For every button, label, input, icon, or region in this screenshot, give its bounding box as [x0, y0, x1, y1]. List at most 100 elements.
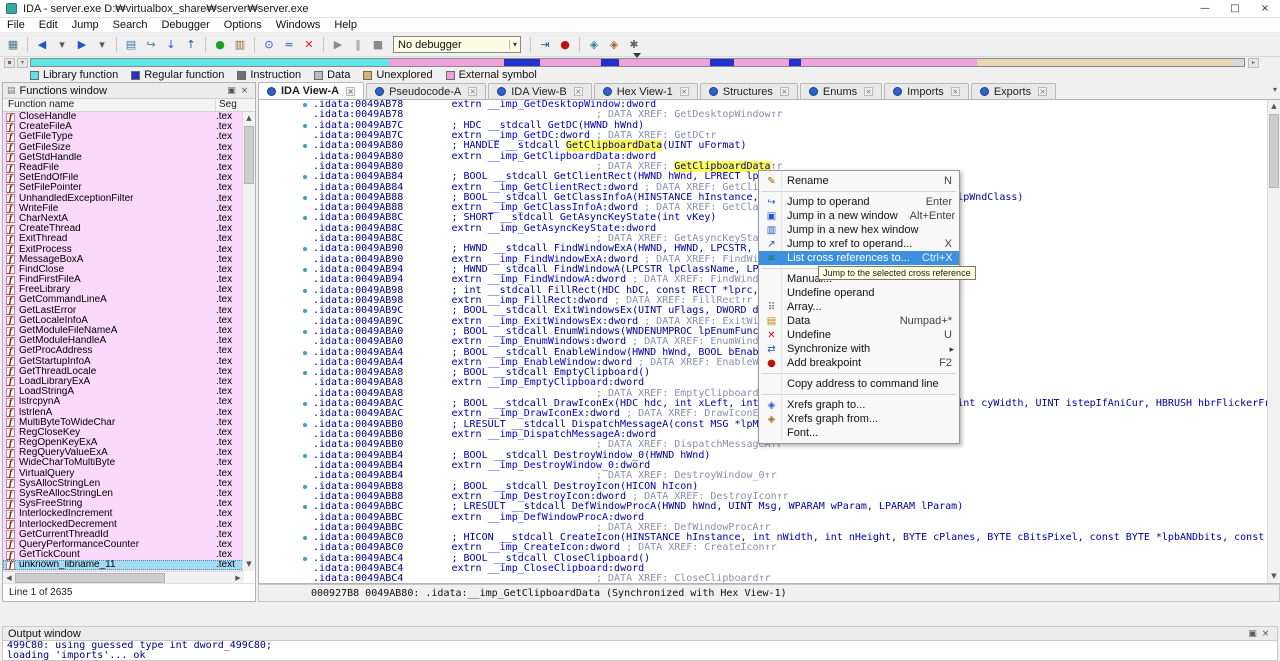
- function-row[interactable]: ƒ SetFilePointer .tex: [3, 183, 244, 193]
- function-row[interactable]: ƒ GetStartupInfoA .tex: [3, 357, 244, 367]
- panel-float-icon[interactable]: ▣: [1246, 629, 1259, 639]
- output-window-caption[interactable]: Output window ▣ ×: [2, 626, 1278, 641]
- breakpoint-list-icon[interactable]: ●: [556, 36, 574, 54]
- menuitem-array[interactable]: ⠿ Array...: [759, 300, 959, 314]
- function-row[interactable]: ƒ MessageBoxA .tex: [3, 255, 244, 265]
- scroll-down-icon[interactable]: ▼: [243, 558, 255, 571]
- search-binary-icon[interactable]: ⊙: [260, 36, 278, 54]
- function-row[interactable]: ƒ GetCommandLineA .tex: [3, 295, 244, 305]
- tab-close-icon[interactable]: ×: [679, 87, 689, 96]
- menu-windows[interactable]: Windows: [269, 19, 328, 31]
- tabbar-menu-icon[interactable]: ▾: [1273, 85, 1277, 94]
- nav-forward-menu-icon[interactable]: ▾: [93, 36, 111, 54]
- scroll-right-icon[interactable]: ▶: [232, 574, 244, 582]
- menuitem-jump-in-a-new-window[interactable]: ▣ Jump in a new window Alt+Enter: [759, 209, 959, 223]
- functions-list[interactable]: ƒ CloseHandle .tex ƒ CreateFileA .tex ƒ GetFile…: [3, 112, 244, 571]
- function-row[interactable]: ƒ GetTickCount .tex: [3, 550, 244, 560]
- menu-edit[interactable]: Edit: [32, 19, 65, 31]
- navband-right-button[interactable]: ▸: [1248, 58, 1259, 68]
- function-row[interactable]: ƒ GetLastError .tex: [3, 306, 244, 316]
- debug-run-icon[interactable]: ▶: [329, 36, 347, 54]
- navband-dock-icon[interactable]: ▪: [4, 58, 15, 68]
- column-function-name[interactable]: Function name: [3, 99, 216, 111]
- menu-help[interactable]: Help: [327, 19, 364, 31]
- xrefs-graph-icon[interactable]: ◈: [585, 36, 603, 54]
- scrollbar-thumb[interactable]: [244, 126, 254, 184]
- navigation-band[interactable]: [30, 58, 1245, 67]
- navband-menu-icon[interactable]: ▾: [17, 58, 28, 68]
- menuitem-undefine[interactable]: ✕ Undefine U: [759, 328, 959, 342]
- navband-segment[interactable]: [710, 59, 735, 66]
- jump-icon[interactable]: ↪: [142, 36, 160, 54]
- attach-process-icon[interactable]: ⇥: [536, 36, 554, 54]
- nav-forward-icon[interactable]: ▶: [73, 36, 91, 54]
- nav-back-menu-icon[interactable]: ▾: [53, 36, 71, 54]
- function-row[interactable]: ƒ InterlockedDecrement .tex: [3, 520, 244, 530]
- function-row[interactable]: ƒ CharNextA .tex: [3, 214, 244, 224]
- function-row[interactable]: ƒ RegCloseKey .tex: [3, 428, 244, 438]
- panel-close-icon[interactable]: ×: [1259, 629, 1272, 639]
- menu-file[interactable]: File: [0, 19, 32, 31]
- function-row[interactable]: ƒ UnhandledExceptionFilter .tex: [3, 194, 244, 204]
- navband-segment[interactable]: [601, 59, 620, 66]
- navband-segment[interactable]: [619, 59, 711, 66]
- names-window-icon[interactable]: ▥: [231, 36, 249, 54]
- navband-segment[interactable]: [734, 59, 790, 66]
- scrollbar-thumb[interactable]: [1269, 114, 1279, 188]
- tab-close-icon[interactable]: ×: [779, 87, 789, 96]
- function-row[interactable]: ƒ FindClose .tex: [3, 265, 244, 275]
- jump-prev-icon[interactable]: ↑: [182, 36, 200, 54]
- disassembly-vertical-scrollbar[interactable]: ▲ ▼: [1267, 100, 1280, 583]
- menu-jump[interactable]: Jump: [65, 19, 106, 31]
- menu-debugger[interactable]: Debugger: [154, 19, 216, 31]
- function-row[interactable]: ƒ ReadFile .tex: [3, 163, 244, 173]
- function-row[interactable]: ƒ RegQueryValueExA .tex: [3, 448, 244, 458]
- menuitem-xrefs-graph-to[interactable]: ◈ Xrefs graph to...: [759, 398, 959, 412]
- menuitem-xrefs-graph-from[interactable]: ◈ Xrefs graph from...: [759, 412, 959, 426]
- menuitem-data[interactable]: ▤ Data Numpad+*: [759, 314, 959, 328]
- nav-back-icon[interactable]: ◀: [33, 36, 51, 54]
- function-row[interactable]: ƒ GetModuleHandleA .tex: [3, 336, 244, 346]
- menuitem-list-cross-references-to[interactable]: ≡ List cross references to... Ctrl+X: [759, 251, 959, 265]
- close-button[interactable]: ×: [1250, 0, 1280, 18]
- menuitem-rename[interactable]: ✎ Rename N: [759, 174, 959, 188]
- function-row[interactable]: ƒ WriteFile .tex: [3, 204, 244, 214]
- function-row[interactable]: ƒ SysAllocStringLen .tex: [3, 479, 244, 489]
- function-row[interactable]: ƒ WideCharToMultiByte .tex: [3, 458, 244, 468]
- options-icon[interactable]: ✱: [625, 36, 643, 54]
- function-row[interactable]: ƒ SysFreeString .tex: [3, 499, 244, 509]
- menuitem-jump-to-operand[interactable]: ↪ Jump to operand Enter: [759, 195, 959, 209]
- menuitem-jump-to-xref-to-operand[interactable]: ↗ Jump to xref to operand... X: [759, 237, 959, 251]
- tab-close-icon[interactable]: ×: [950, 87, 960, 96]
- output-log[interactable]: 499C80: using guessed type int dword_499…: [2, 641, 1278, 661]
- function-row[interactable]: ƒ GetStdHandle .tex: [3, 153, 244, 163]
- navband-segment[interactable]: [1231, 59, 1244, 66]
- function-row[interactable]: ƒ VirtualQuery .tex: [3, 469, 244, 479]
- tab-imports[interactable]: Imports ×: [884, 83, 969, 99]
- menuitem-synchronize-with[interactable]: ⇄ Synchronize with ▸: [759, 342, 959, 356]
- function-row[interactable]: ƒ CloseHandle .tex: [3, 112, 244, 122]
- cancel-icon[interactable]: ✕: [300, 36, 318, 54]
- function-row[interactable]: ƒ SetEndOfFile .tex: [3, 173, 244, 183]
- function-row[interactable]: ƒ GetThreadLocale .tex: [3, 367, 244, 377]
- function-row[interactable]: ƒ GetModuleFileNameA .tex: [3, 326, 244, 336]
- function-row[interactable]: ƒ GetCurrentThreadId .tex: [3, 530, 244, 540]
- function-row[interactable]: ƒ FreeLibrary .tex: [3, 285, 244, 295]
- function-row[interactable]: ƒ GetFileSize .tex: [3, 143, 244, 153]
- window-list-icon[interactable]: ▤: [122, 36, 140, 54]
- navband-segment[interactable]: [540, 59, 602, 66]
- tab-close-icon[interactable]: ×: [864, 87, 874, 96]
- scrollbar-thumb[interactable]: [15, 572, 165, 583]
- navband-segment[interactable]: [504, 59, 541, 66]
- function-row[interactable]: ƒ MultiByteToWideChar .tex: [3, 418, 244, 428]
- menu-search[interactable]: Search: [106, 19, 155, 31]
- navband-segment[interactable]: [789, 59, 802, 66]
- menuitem-add-breakpoint[interactable]: ● Add breakpoint F2: [759, 356, 959, 370]
- run-analysis-icon[interactable]: ●: [211, 36, 229, 54]
- tab-close-icon[interactable]: ×: [346, 86, 356, 96]
- function-row[interactable]: ƒ GetFileType .tex: [3, 132, 244, 142]
- save-icon[interactable]: ▦: [4, 36, 22, 54]
- functions-horizontal-scrollbar[interactable]: ◀ ▶: [3, 571, 244, 583]
- tab-ida-view-b[interactable]: IDA View-B ×: [488, 83, 592, 99]
- search-text-icon[interactable]: ≈: [280, 36, 298, 54]
